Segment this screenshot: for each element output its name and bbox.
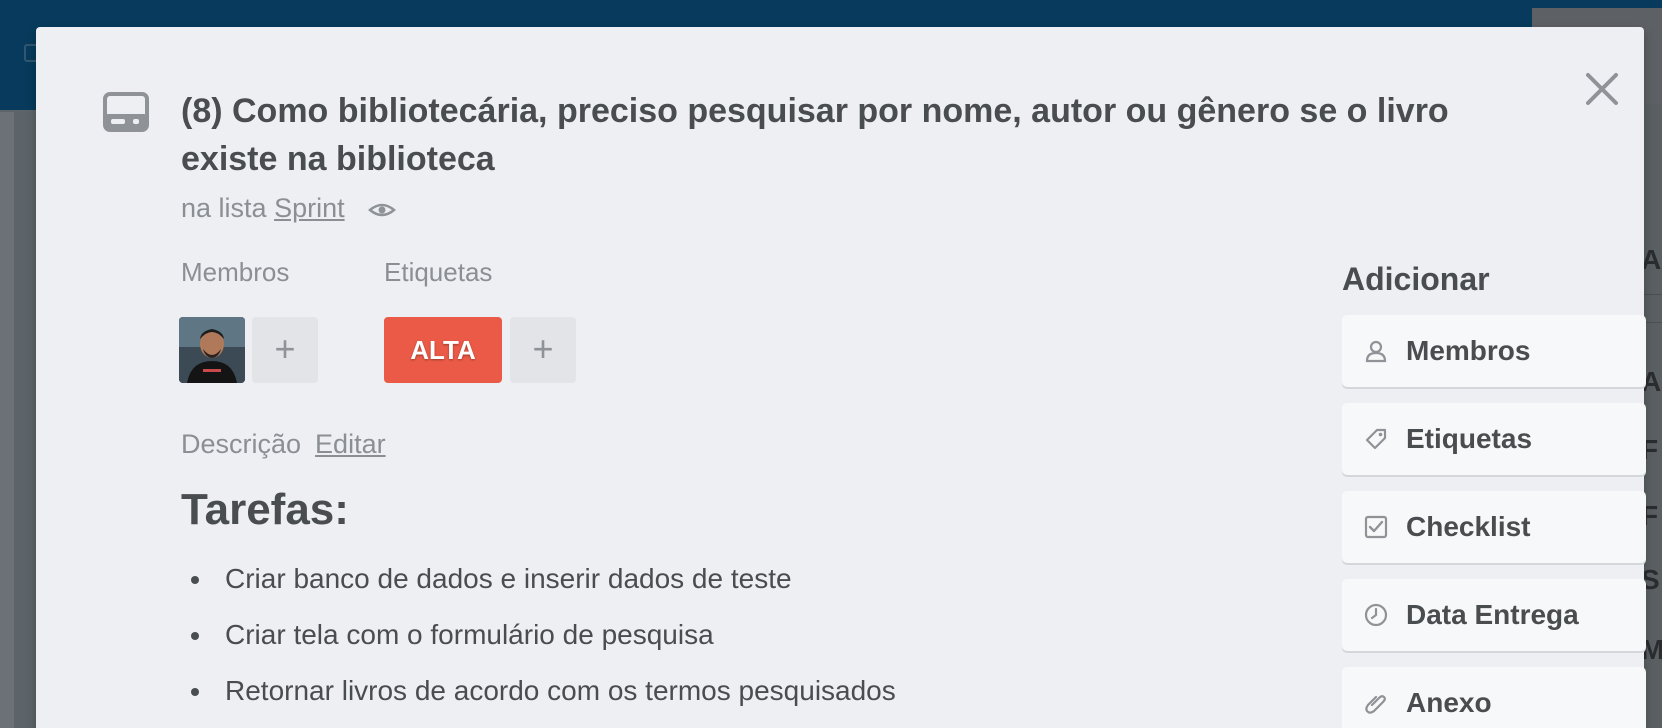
add-member-button[interactable]: + (252, 317, 318, 383)
add-section-heading: Adicionar (1342, 261, 1490, 297)
list-link[interactable]: Sprint (274, 193, 345, 223)
bullet-icon (191, 688, 199, 696)
task-list: Criar banco de dados e inserir dados de … (181, 557, 896, 725)
background-menu-text: Ad (1641, 244, 1662, 275)
plus-icon: + (274, 328, 296, 369)
close-button[interactable] (1580, 67, 1624, 111)
clock-icon (1364, 603, 1388, 627)
list-item-text: Criar tela com o formulário de pesquisa (225, 619, 714, 650)
list-item: Criar tela com o formulário de pesquisa (181, 613, 896, 669)
bullet-icon (191, 576, 199, 584)
description-heading: Tarefas: (181, 485, 349, 534)
list-item-text: Retornar livros de acordo com os termos … (225, 675, 896, 706)
button-label: Anexo (1406, 687, 1492, 718)
list-item: Retornar livros de acordo com os termos … (181, 669, 896, 725)
list-info: na lista Sprint (181, 193, 397, 224)
add-attachment-button[interactable]: Anexo (1342, 667, 1646, 728)
bullet-icon (191, 632, 199, 640)
background-list-edge (0, 112, 14, 728)
add-checklist-button[interactable]: Checklist (1342, 491, 1646, 563)
labels-label: Etiquetas (384, 257, 493, 287)
avatar-image (179, 317, 245, 383)
person-icon (1365, 340, 1387, 363)
button-label: Membros (1406, 335, 1531, 366)
add-label-button[interactable]: + (510, 317, 576, 383)
list-prefix: na lista (181, 193, 267, 223)
card-detail-window: (8) Como bibliotecária, preciso pesquisa… (36, 27, 1646, 728)
tag-icon (1365, 428, 1387, 450)
button-label: Etiquetas (1406, 423, 1533, 454)
members-label: Membros (181, 257, 290, 287)
card-title[interactable]: (8) Como bibliotecária, preciso pesquisa… (181, 87, 1541, 183)
label-badge[interactable]: ALTA (384, 317, 502, 383)
button-label: Data Entrega (1406, 599, 1579, 630)
list-item-text: Criar banco de dados e inserir dados de … (225, 563, 792, 594)
checkbox-icon (1364, 515, 1388, 539)
paperclip-icon (1365, 695, 1386, 714)
eye-icon (368, 203, 397, 217)
description-label: Descrição (181, 429, 302, 459)
button-label: Checklist (1406, 511, 1531, 542)
close-icon (1586, 73, 1618, 105)
edit-description-link[interactable]: Editar (315, 429, 386, 459)
add-due-date-button[interactable]: Data Entrega (1342, 579, 1646, 651)
add-members-button[interactable]: Membros (1342, 315, 1646, 387)
plus-icon: + (532, 328, 554, 369)
card-icon (103, 92, 149, 132)
description-header: Descrição Editar (181, 429, 386, 460)
list-item: Criar banco de dados e inserir dados de … (181, 557, 896, 613)
add-labels-button[interactable]: Etiquetas (1342, 403, 1646, 475)
avatar[interactable] (179, 317, 245, 383)
